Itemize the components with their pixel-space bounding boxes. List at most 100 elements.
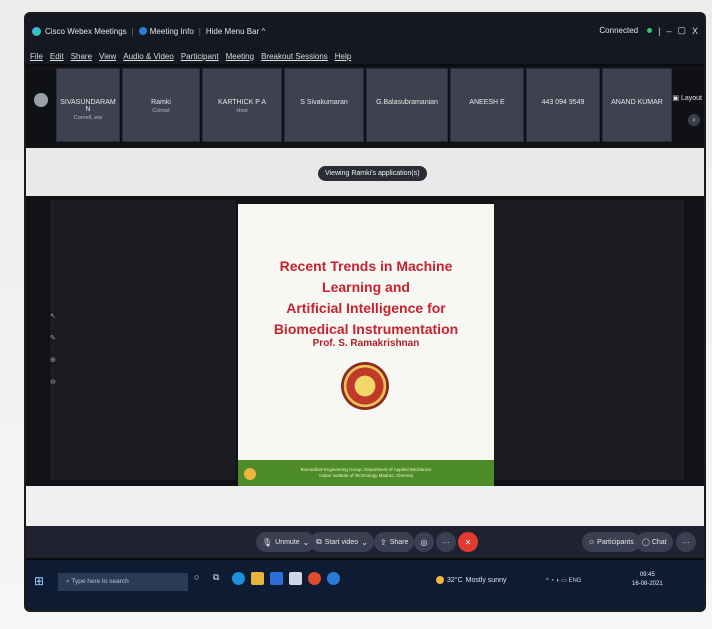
start-video-button[interactable]: ⧉ Start video ⌄: [310, 532, 374, 552]
task-view-icon[interactable]: ⧉: [213, 572, 226, 585]
taskbar-search-input[interactable]: ⌕ Type here to search: [58, 573, 188, 591]
slide-title-line: Recent Trends in Machine Learning and: [279, 258, 453, 295]
info-icon[interactable]: [138, 27, 147, 35]
participant-role: Cohost: [152, 108, 170, 114]
chevron-down-icon[interactable]: ⌄: [361, 538, 368, 547]
windows-start-icon[interactable]: ⊞: [34, 574, 44, 588]
menu-share[interactable]: Share: [71, 52, 92, 61]
record-icon: ◎: [420, 537, 428, 547]
webex-logo-icon: [32, 26, 41, 36]
participant-tile[interactable]: S Sivakumaran: [284, 68, 364, 142]
mail-icon[interactable]: [270, 572, 283, 585]
leave-meeting-button[interactable]: ✕: [458, 532, 478, 552]
share-button[interactable]: ⇪ Share: [374, 532, 415, 552]
microphone-muted-icon: 🎙: [262, 537, 273, 547]
menu-view[interactable]: View: [99, 52, 116, 61]
annotation-toolbar: ↖ ✎ ⊕ ⊖: [50, 306, 56, 394]
participant-name: 443 094 9549: [541, 99, 585, 106]
meeting-info-button[interactable]: Meeting Info: [150, 27, 194, 36]
participants-button[interactable]: ☺ Participants: [582, 532, 640, 552]
connected-dot-icon: [647, 28, 653, 33]
search-placeholder: Type here to search: [71, 578, 129, 585]
institute-seal-icon: [341, 362, 389, 410]
cortana-icon[interactable]: ○: [194, 572, 207, 585]
chevron-down-icon[interactable]: ⌄: [303, 538, 310, 547]
close-button[interactable]: X: [692, 26, 698, 36]
clock-date: 16-08-2021: [632, 581, 663, 587]
presentation-slide: Recent Trends in Machine Learning and Ar…: [238, 204, 494, 486]
windows-taskbar: ⊞ ⌕ Type here to search ○ ⧉ 32°C Mostly …: [26, 560, 704, 610]
record-button[interactable]: ◎: [414, 532, 434, 552]
more-panels-button[interactable]: ···: [676, 532, 696, 552]
menu-audio-video[interactable]: Audio & Video: [123, 52, 174, 61]
unmute-button[interactable]: 🎙 Unmute ⌄: [256, 532, 316, 552]
menu-bar: File Edit Share View Audio & Video Parti…: [26, 48, 704, 64]
window-controls: Connected | – ▢ X: [599, 25, 698, 36]
taskbar-apps: ○ ⧉: [194, 572, 340, 585]
slide-title-line: Artificial Intelligence for: [286, 300, 446, 316]
system-tray[interactable]: ^ ◔ ◖ ▭ ENG: [546, 577, 581, 584]
participant-tile[interactable]: Ramki Cohost: [122, 68, 200, 142]
participant-name: KARTHICK P A: [218, 99, 266, 106]
clock-time: 09:45: [639, 572, 655, 578]
maximize-button[interactable]: ▢: [677, 25, 686, 36]
minimize-button[interactable]: –: [666, 26, 671, 36]
webex-taskbar-icon[interactable]: [327, 572, 340, 585]
share-margin-left: [50, 200, 236, 480]
self-avatar[interactable]: [34, 93, 48, 107]
participants-label: Participants: [597, 538, 634, 546]
slide-footer: Biomedical Engineering Group, Department…: [238, 460, 494, 486]
participant-strip: SIVASUNDARAM N Cornell, ww Ramki Cohost …: [26, 66, 704, 146]
language-indicator: ENG: [568, 578, 582, 584]
participant-tile[interactable]: KARTHICK P A Host: [202, 68, 282, 142]
menu-file[interactable]: File: [30, 52, 43, 61]
title-bar: Cisco Webex Meetings | Meeting Info | Hi…: [26, 14, 704, 48]
pipe-separator: |: [658, 25, 661, 36]
chat-icon: ◯: [642, 539, 650, 546]
chat-button[interactable]: ◯ Chat: [636, 532, 673, 552]
menu-participant[interactable]: Participant: [181, 52, 219, 61]
volume-icon: ◖: [555, 578, 560, 584]
chrome-icon[interactable]: [308, 572, 321, 585]
more-options-button[interactable]: ···: [436, 532, 456, 552]
pen-icon[interactable]: ✎: [50, 328, 56, 350]
weather-widget[interactable]: 32°C Mostly sunny: [436, 576, 507, 584]
unmute-label: Unmute: [275, 538, 300, 546]
participant-name: ANAND KUMAR: [611, 99, 663, 106]
menu-edit[interactable]: Edit: [50, 52, 64, 61]
slide-author: Prof. S. Ramakrishnan: [312, 338, 420, 349]
participant-tile[interactable]: ANEESH E: [450, 68, 524, 142]
menu-meeting[interactable]: Meeting: [226, 52, 254, 61]
monitor-screen: Cisco Webex Meetings | Meeting Info | Hi…: [26, 14, 704, 610]
file-explorer-icon[interactable]: [251, 572, 264, 585]
participant-tile[interactable]: G.Balasubramanian: [366, 68, 448, 142]
shared-content-area: Viewing Ramki's application(s) ↖ ✎ ⊕ ⊖ R…: [26, 146, 704, 526]
video-off-icon: ⧉: [316, 537, 322, 546]
chat-label: Chat: [651, 538, 667, 546]
chevron-right-icon[interactable]: ›: [688, 114, 700, 126]
zoom-in-icon[interactable]: ⊕: [50, 350, 56, 372]
zoom-out-icon[interactable]: ⊖: [50, 372, 56, 394]
layout-button[interactable]: ▣ Layout: [672, 94, 702, 102]
menu-breakout-sessions[interactable]: Breakout Sessions: [261, 52, 328, 61]
footer-logo-icon: [244, 468, 256, 480]
tray-chevron-icon: ^: [546, 578, 549, 584]
edge-browser-icon[interactable]: [232, 572, 245, 585]
taskbar-clock[interactable]: 09:45 16-08-2021: [632, 571, 663, 589]
participant-tile[interactable]: SIVASUNDARAM N Cornell, ww: [56, 68, 120, 142]
pointer-icon[interactable]: ↖: [50, 306, 56, 328]
sun-icon: [436, 576, 444, 584]
participants-icon: ☺: [588, 538, 596, 546]
participant-role: Host: [236, 108, 248, 114]
participant-tile[interactable]: ANAND KUMAR: [602, 68, 672, 142]
store-icon[interactable]: [289, 572, 302, 585]
participant-tile[interactable]: 443 094 9549: [526, 68, 600, 142]
slide-footer-line: Indian Institute of Technology Madras, C…: [319, 473, 413, 478]
menu-help[interactable]: Help: [335, 52, 351, 61]
participant-name: ANEESH E: [469, 99, 505, 106]
weather-description: Mostly sunny: [465, 576, 507, 584]
viewing-label: Viewing Ramki's application(s): [318, 166, 427, 181]
title-separator: |: [198, 26, 201, 36]
participant-name: Ramki: [151, 99, 171, 106]
hide-menu-bar-button[interactable]: Hide Menu Bar ^: [206, 27, 265, 36]
